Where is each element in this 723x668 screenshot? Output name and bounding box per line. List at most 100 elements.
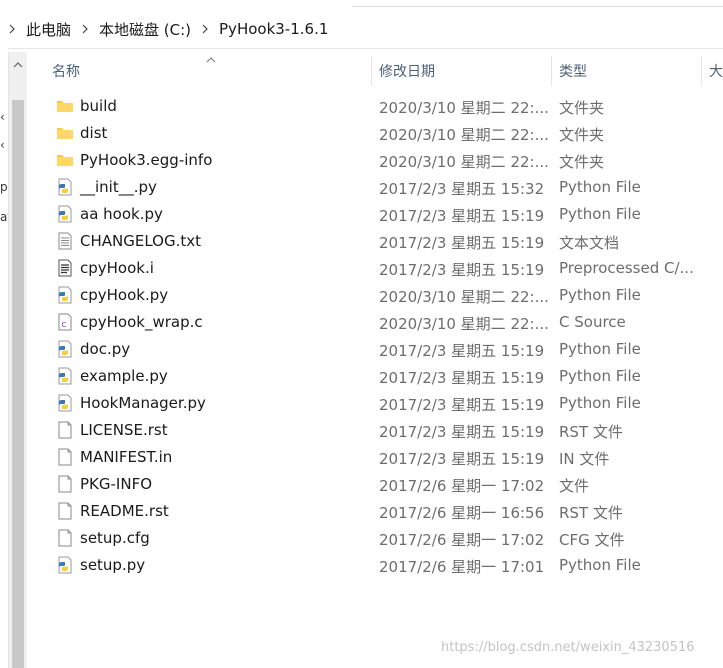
file-row[interactable]: HookManager.py 2017/2/3 星期五 15:19 Python F… [30, 390, 723, 417]
file-type: 文本文档 [559, 234, 620, 252]
file-row[interactable]: LICENSE.rst 2017/2/3 星期五 15:19 RST 文件 [30, 417, 723, 444]
vertical-scrollbar[interactable] [8, 52, 27, 668]
file-row[interactable]: c cpyHook_wrap.c 2020/3/10 星期二 22:... C Sou… [30, 309, 723, 336]
blank-file-icon [56, 448, 74, 466]
column-header-row: 名称 修改日期 类型 大 [30, 52, 723, 90]
file-type: IN 文件 [559, 450, 610, 468]
breadcrumb-current-folder[interactable]: PyHook3-1.6.1 [217, 20, 330, 38]
file-name[interactable]: __init__.py [80, 178, 157, 196]
file-name[interactable]: build [80, 97, 117, 115]
breadcrumb-this-pc[interactable]: 此电脑 [24, 19, 73, 40]
file-name[interactable]: CHANGELOG.txt [80, 232, 201, 250]
folder-icon [56, 151, 74, 169]
file-name[interactable]: LICENSE.rst [80, 421, 168, 439]
file-name[interactable]: cpyHook.i [80, 259, 154, 277]
file-row[interactable]: cpyHook.i 2017/2/3 星期五 15:19 Preprocessed … [30, 255, 723, 282]
breadcrumb-local-disk[interactable]: 本地磁盘 (C:) [97, 19, 193, 40]
file-row[interactable]: PKG-INFO 2017/2/6 星期一 17:02 文件 [30, 471, 723, 498]
scroll-up-arrow-icon[interactable] [9, 56, 27, 74]
address-bar[interactable]: 此电脑 本地磁盘 (C:) PyHook3-1.6.1 [0, 10, 723, 49]
file-row[interactable]: MANIFEST.in 2017/2/3 星期五 15:19 IN 文件 [30, 444, 723, 471]
column-header-type[interactable]: 类型 [559, 52, 587, 90]
file-modified-date: 2017/2/3 星期五 15:19 [379, 450, 545, 468]
file-name[interactable]: doc.py [80, 340, 130, 358]
file-list: build 2020/3/10 星期二 22:... 文件夹 dist 2020/3/1… [30, 93, 723, 579]
file-name[interactable]: cpyHook.py [80, 286, 168, 304]
file-type: Preprocessed C/... [559, 259, 694, 277]
text-file-icon [56, 232, 74, 250]
file-row[interactable]: PyHook3.egg-info 2020/3/10 星期二 22:... 文件夹 [30, 147, 723, 174]
column-divider[interactable] [551, 56, 552, 86]
scrollbar-thumb[interactable] [12, 100, 24, 668]
python-file-icon [56, 205, 74, 223]
file-name[interactable]: aa hook.py [80, 205, 163, 223]
file-modified-date: 2020/3/10 星期二 22:... [379, 153, 549, 171]
nav-pane-fragment[interactable]: p [0, 180, 8, 194]
file-modified-date: 2020/3/10 星期二 22:... [379, 99, 549, 117]
blank-file-icon [56, 475, 74, 493]
file-row[interactable]: README.rst 2017/2/6 星期一 16:56 RST 文件 [30, 498, 723, 525]
file-name[interactable]: setup.py [80, 556, 145, 574]
file-row[interactable]: example.py 2017/2/3 星期五 15:19 Python File [30, 363, 723, 390]
chevron-right-icon[interactable] [193, 22, 217, 37]
python-file-icon [56, 286, 74, 304]
sort-ascending-icon [206, 52, 216, 68]
file-name[interactable]: MANIFEST.in [80, 448, 172, 466]
chevron-right-icon[interactable] [73, 22, 97, 37]
column-header-name[interactable]: 名称 [52, 52, 80, 90]
file-modified-date: 2017/2/3 星期五 15:19 [379, 234, 545, 252]
python-file-icon [56, 367, 74, 385]
column-header-date[interactable]: 修改日期 [379, 52, 435, 90]
file-row[interactable]: CHANGELOG.txt 2017/2/3 星期五 15:19 文本文档 [30, 228, 723, 255]
file-name[interactable]: PyHook3.egg-info [80, 151, 212, 169]
chevron-right-icon[interactable] [0, 22, 24, 37]
file-name[interactable]: dist [80, 124, 107, 142]
file-type: C Source [559, 313, 626, 331]
navigation-pane[interactable]: ‹ ‹ p at [0, 48, 12, 668]
file-row[interactable]: setup.cfg 2017/2/6 星期一 17:02 CFG 文件 [30, 525, 723, 552]
python-file-icon [56, 556, 74, 574]
file-type: Python File [559, 556, 641, 574]
file-row[interactable]: setup.py 2017/2/6 星期一 17:01 Python File [30, 552, 723, 579]
file-type: Python File [559, 394, 641, 412]
file-modified-date: 2020/3/10 星期二 22:... [379, 315, 549, 333]
file-name[interactable]: example.py [80, 367, 168, 385]
python-file-icon [56, 340, 74, 358]
file-modified-date: 2017/2/3 星期五 15:32 [379, 180, 545, 198]
top-divider [352, 6, 723, 7]
file-type: Python File [559, 286, 641, 304]
column-divider[interactable] [701, 56, 702, 86]
file-modified-date: 2020/3/10 星期二 22:... [379, 288, 549, 306]
nav-pane-fragment[interactable]: ‹ [0, 110, 5, 124]
file-type: RST 文件 [559, 504, 623, 522]
folder-icon [56, 97, 74, 115]
file-modified-date: 2017/2/3 星期五 15:19 [379, 207, 545, 225]
file-name[interactable]: HookManager.py [80, 394, 206, 412]
file-modified-date: 2017/2/6 星期一 17:02 [379, 477, 545, 495]
file-name[interactable]: PKG-INFO [80, 475, 152, 493]
column-header-size[interactable]: 大 [709, 52, 723, 90]
file-row[interactable]: build 2020/3/10 星期二 22:... 文件夹 [30, 93, 723, 120]
file-modified-date: 2017/2/3 星期五 15:19 [379, 261, 545, 279]
file-type: Python File [559, 205, 641, 223]
file-row[interactable]: cpyHook.py 2020/3/10 星期二 22:... Python Fil… [30, 282, 723, 309]
file-type: Python File [559, 178, 641, 196]
file-type: RST 文件 [559, 423, 623, 441]
file-row[interactable]: dist 2020/3/10 星期二 22:... 文件夹 [30, 120, 723, 147]
blank-file-icon [56, 502, 74, 520]
file-type: 文件夹 [559, 126, 605, 144]
file-row[interactable]: __init__.py 2017/2/3 星期五 15:32 Python File [30, 174, 723, 201]
file-name[interactable]: cpyHook_wrap.c [80, 313, 203, 331]
document-file-icon [56, 259, 74, 277]
top-strip [0, 0, 723, 8]
file-type: 文件夹 [559, 153, 605, 171]
file-row[interactable]: doc.py 2017/2/3 星期五 15:19 Python File [30, 336, 723, 363]
nav-pane-fragment[interactable]: ‹ [0, 138, 5, 152]
python-file-icon [56, 394, 74, 412]
file-modified-date: 2017/2/3 星期五 15:19 [379, 423, 545, 441]
file-name[interactable]: setup.cfg [80, 529, 150, 547]
file-type: 文件 [559, 477, 590, 495]
file-name[interactable]: README.rst [80, 502, 169, 520]
file-row[interactable]: aa hook.py 2017/2/3 星期五 15:19 Python File [30, 201, 723, 228]
column-divider[interactable] [371, 56, 372, 86]
